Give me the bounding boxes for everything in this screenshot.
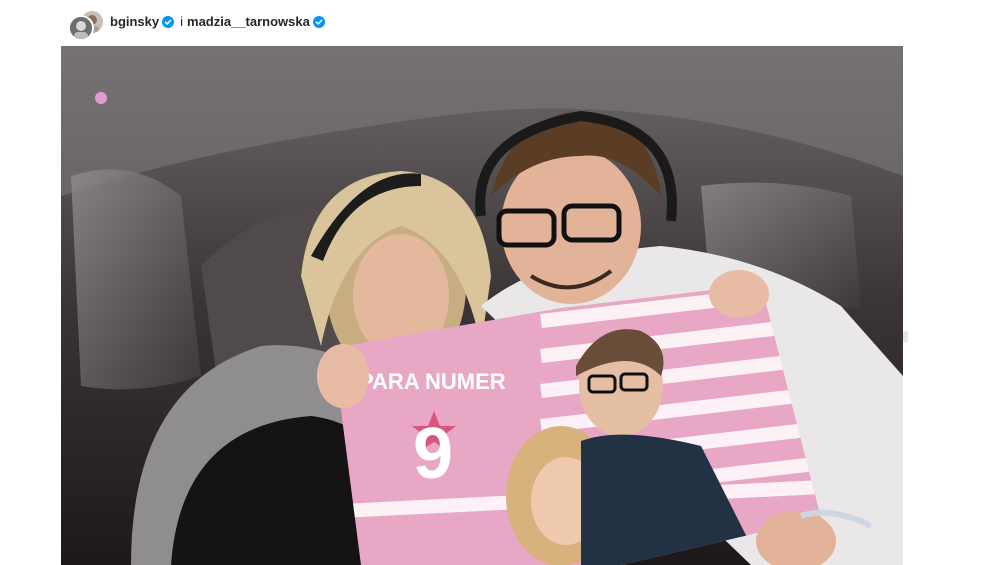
carousel-edge xyxy=(903,331,908,343)
author-username[interactable]: bginsky xyxy=(110,14,159,29)
author-username[interactable]: madzia__tarnowska xyxy=(187,14,310,29)
flag-number-text: 9 xyxy=(413,414,453,494)
post-header: bginsky i madzia__tarnowska xyxy=(0,0,1000,44)
post-authors: bginsky i madzia__tarnowska xyxy=(110,14,325,29)
verified-badge-icon xyxy=(312,15,325,28)
post-photo[interactable]: PARA NUMER 9 xyxy=(61,46,903,565)
verified-badge-icon xyxy=(162,15,175,28)
avatar[interactable] xyxy=(68,15,94,41)
author-avatars[interactable] xyxy=(68,9,105,41)
author-separator: i xyxy=(180,14,184,29)
flag-title-text: PARA NUMER xyxy=(359,369,506,394)
